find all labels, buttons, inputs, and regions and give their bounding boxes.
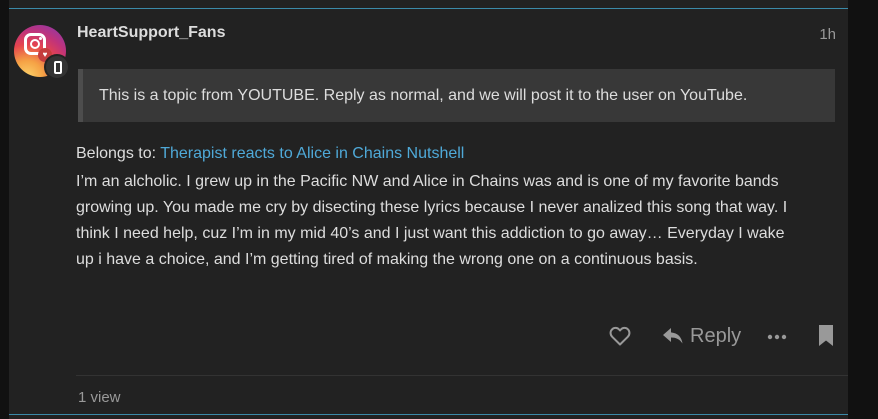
post-body-line: growing up. You made me cry by disecting… bbox=[76, 199, 788, 216]
view-count: 1 view bbox=[78, 389, 121, 406]
mobile-phone-icon bbox=[54, 61, 62, 74]
post-timestamp[interactable]: 1h bbox=[800, 26, 836, 43]
post-body-line: up i have a choice, and I’m getting tire… bbox=[76, 251, 698, 268]
post-page: ♥ HeartSupport_Fans 1h This is a topic f… bbox=[0, 0, 878, 419]
post-top-border bbox=[9, 8, 848, 9]
reply-label: Reply bbox=[690, 324, 742, 347]
post-body: I’m an alcholic. I grew up in the Pacifi… bbox=[76, 169, 846, 273]
post-bottom-border bbox=[9, 414, 848, 415]
belongs-to-label: Belongs to: bbox=[76, 145, 161, 162]
like-button[interactable] bbox=[608, 324, 632, 348]
belongs-to-line: Belongs to: Therapist reacts to Alice in… bbox=[76, 145, 464, 163]
post-body-line: think I need help, cuz I’m in my mid 40’… bbox=[76, 225, 785, 242]
bookmark-icon bbox=[819, 325, 833, 346]
footer-divider bbox=[76, 375, 848, 376]
post-actions: Reply bbox=[0, 322, 878, 350]
mobile-badge bbox=[44, 54, 70, 80]
post-body-line: I’m an alcholic. I grew up in the Pacifi… bbox=[76, 173, 779, 190]
right-gutter bbox=[848, 0, 878, 419]
reply-button[interactable]: Reply bbox=[662, 322, 741, 350]
bookmark-button[interactable] bbox=[817, 324, 835, 348]
ellipsis-icon bbox=[767, 334, 787, 340]
video-link[interactable]: Therapist reacts to Alice in Chains Nuts… bbox=[160, 145, 464, 162]
heart-outline-icon bbox=[609, 326, 631, 346]
username[interactable]: HeartSupport_Fans bbox=[77, 24, 225, 42]
reply-arrow-icon bbox=[663, 328, 683, 344]
left-gutter bbox=[0, 0, 9, 419]
more-options-button[interactable] bbox=[766, 330, 788, 342]
notice-text: This is a topic from YOUTUBE. Reply as n… bbox=[99, 87, 748, 104]
youtube-notice: This is a topic from YOUTUBE. Reply as n… bbox=[78, 69, 835, 122]
